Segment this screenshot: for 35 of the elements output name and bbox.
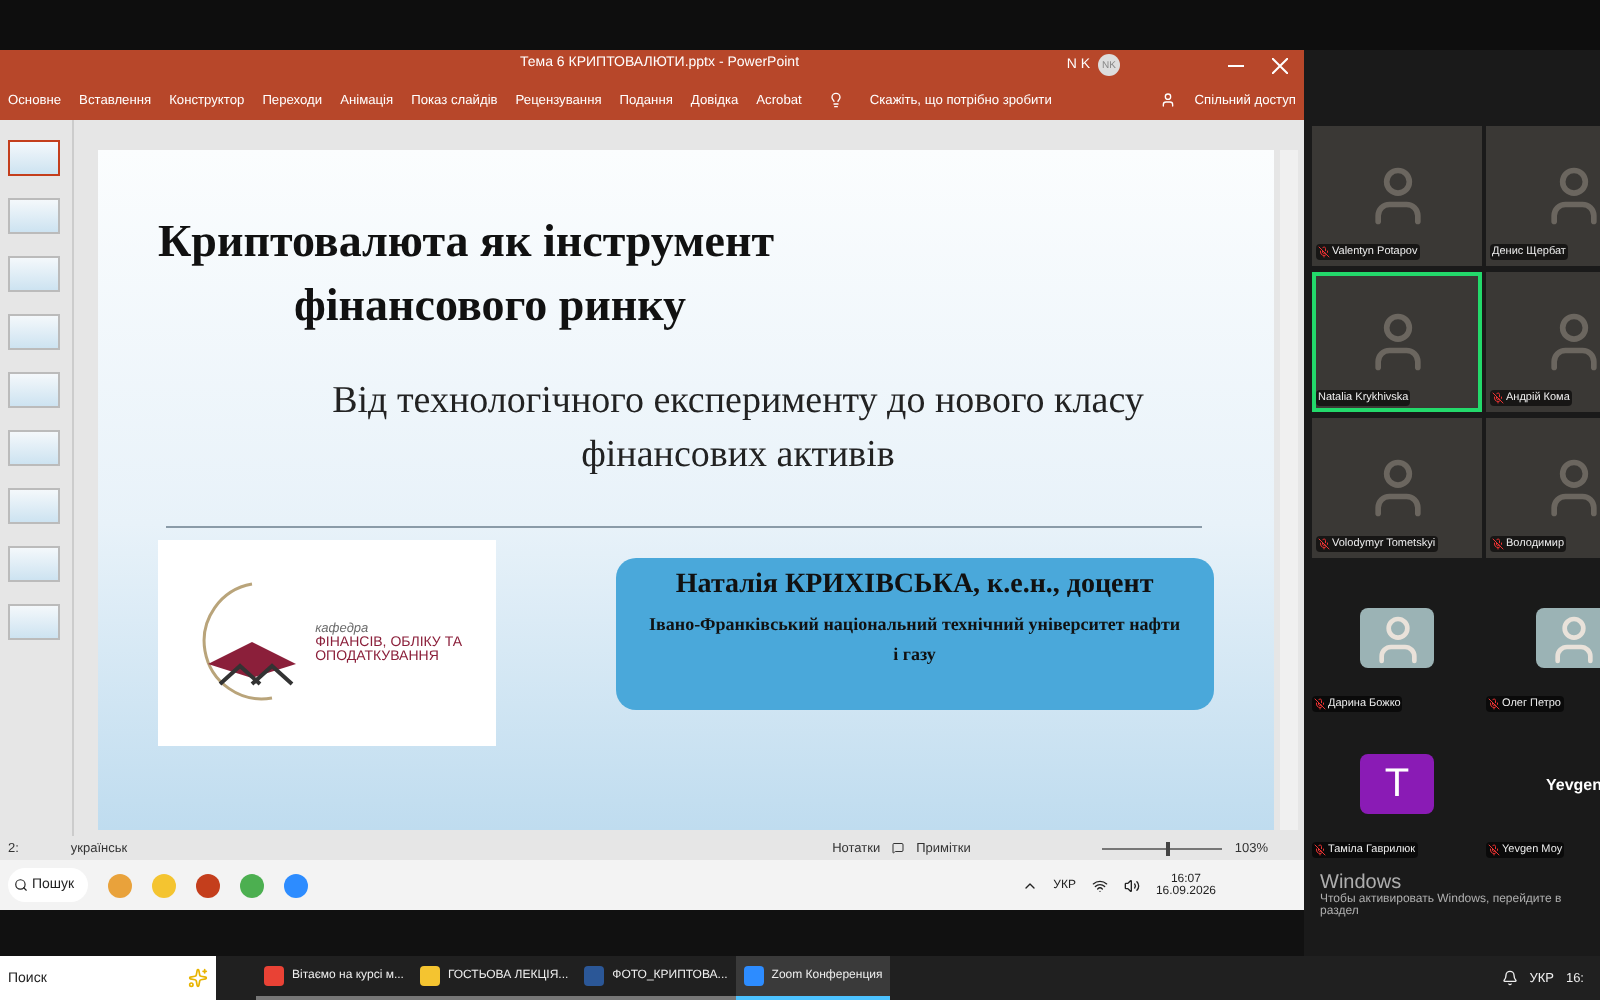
slide-thumbnail[interactable] bbox=[8, 198, 60, 234]
wifi-icon[interactable] bbox=[1091, 877, 1108, 893]
slide-thumbnail[interactable] bbox=[8, 372, 60, 408]
author-name: Наталія КРИХІВСЬКА, к.е.н., доцент bbox=[675, 570, 1154, 602]
browser-icon[interactable] bbox=[240, 873, 264, 897]
activation-title: Windows bbox=[1320, 872, 1402, 894]
notification-icon[interactable] bbox=[1501, 970, 1518, 986]
close-icon[interactable] bbox=[1272, 57, 1288, 73]
author-affiliation: Івано-Франківський національний технічний університет нафти і газу bbox=[647, 612, 1183, 668]
browser-icon[interactable] bbox=[108, 873, 132, 897]
slide-thumbnail[interactable] bbox=[8, 488, 60, 524]
zoom-slider-thumb[interactable] bbox=[1165, 841, 1170, 855]
slide-title: Криптовалюта як інструмент bbox=[158, 214, 777, 270]
app-icon bbox=[264, 966, 284, 986]
slide-thumbnail[interactable] bbox=[8, 314, 60, 350]
avatar: T bbox=[1360, 754, 1434, 814]
search-icon bbox=[14, 878, 28, 892]
person-icon bbox=[1160, 92, 1177, 108]
slide-thumbnail[interactable] bbox=[8, 546, 60, 582]
volume-icon[interactable] bbox=[1123, 877, 1140, 893]
slide-thumbnail[interactable] bbox=[8, 140, 60, 176]
slide-thumbnail[interactable] bbox=[8, 430, 60, 466]
presentation-icon[interactable] bbox=[196, 873, 220, 897]
sparkle-icon bbox=[188, 968, 208, 988]
video-call-icon[interactable] bbox=[284, 873, 308, 897]
app-icon bbox=[584, 966, 605, 986]
folder-icon[interactable] bbox=[152, 873, 176, 897]
slide-thumbnail[interactable] bbox=[8, 256, 60, 292]
app-icon bbox=[419, 966, 440, 986]
slide-subtitle: Від технологічного експерименту до нового класу фінансових активів bbox=[330, 378, 1146, 480]
slide-title: фінансового ринку bbox=[294, 278, 689, 334]
slide-thumbnail[interactable] bbox=[8, 604, 60, 640]
comment-icon bbox=[892, 842, 905, 854]
lightbulb-icon bbox=[827, 92, 844, 108]
app-icon bbox=[743, 966, 764, 986]
